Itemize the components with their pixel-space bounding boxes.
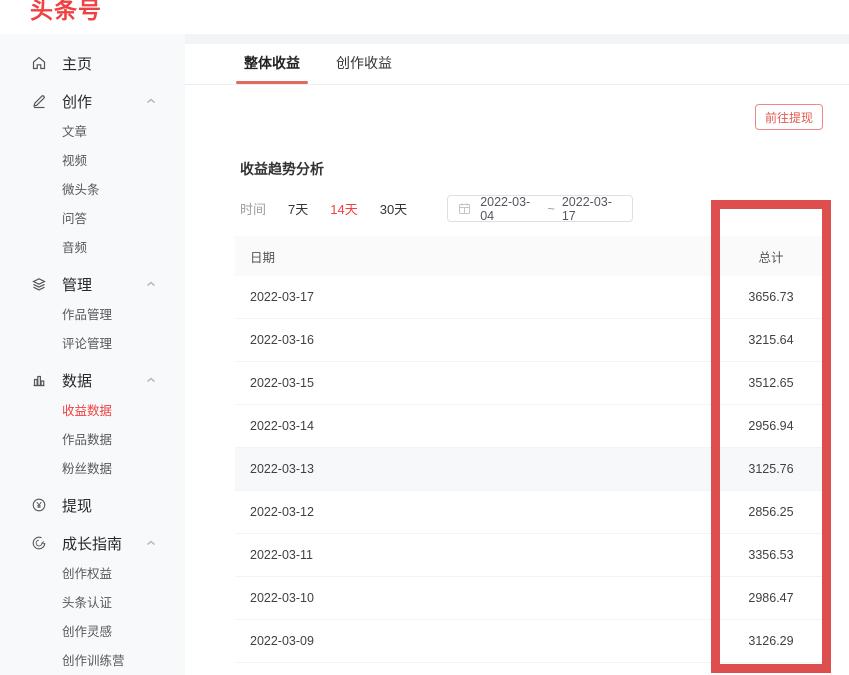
table-row: 2022-03-13 3125.76 (235, 448, 831, 491)
cell-date: 2022-03-10 (235, 591, 711, 605)
layers-icon (30, 276, 47, 293)
sidebar-item-label: 创作 (62, 91, 145, 112)
filter-7-days[interactable]: 7天 (288, 199, 308, 218)
chart-icon (30, 372, 47, 389)
sidebar: 主页 创作 文章 视频 微头条 问答 音频 (0, 34, 185, 675)
date-range-end: 2022-03-17 (562, 195, 622, 223)
go-withdraw-button[interactable]: 前往提现 (755, 104, 823, 130)
date-range-start: 2022-03-04 (480, 195, 540, 223)
tab-overall-revenue[interactable]: 整体收益 (240, 44, 304, 84)
sidebar-item-data[interactable]: 数据 (0, 363, 185, 397)
chevron-up-icon[interactable] (145, 95, 157, 107)
cell-date: 2022-03-12 (235, 505, 711, 519)
date-range-separator: ~ (548, 202, 555, 216)
sidebar-subitem-content-data[interactable]: 作品数据 (0, 426, 185, 455)
cell-total: 3356.53 (711, 548, 831, 562)
sidebar-item-withdraw[interactable]: 提现 (0, 488, 185, 522)
sidebar-item-label: 主页 (62, 53, 157, 74)
cell-date: 2022-03-13 (235, 462, 711, 476)
compass-icon (30, 535, 47, 552)
filter-30-days[interactable]: 30天 (380, 199, 407, 218)
table-header-row: 日期 总计 (235, 236, 831, 276)
cell-total: 3656.73 (711, 290, 831, 304)
date-range-picker[interactable]: 2022-03-04 ~ 2022-03-17 (447, 195, 633, 222)
sidebar-subitem-revenue-data[interactable]: 收益数据 (0, 397, 185, 426)
top-header: 头条号 (0, 0, 849, 34)
time-filter-row: 时间 7天 14天 30天 2022-03-04 ~ 2022-03-17 (240, 195, 849, 222)
chevron-up-icon[interactable] (145, 374, 157, 386)
pencil-icon (30, 93, 47, 110)
sidebar-item-create[interactable]: 创作 (0, 84, 185, 118)
table-row: 2022-03-16 3215.64 (235, 319, 831, 362)
table-row: 2022-03-14 2956.94 (235, 405, 831, 448)
table-row: 2022-03-12 2856.25 (235, 491, 831, 534)
time-filter-label: 时间 (240, 199, 266, 218)
coin-icon (30, 497, 47, 514)
sidebar-subitem-verification[interactable]: 头条认证 (0, 589, 185, 618)
sidebar-subitem-microblog[interactable]: 微头条 (0, 176, 185, 205)
cell-total: 2856.25 (711, 505, 831, 519)
table-row: 2022-03-10 2986.47 (235, 577, 831, 620)
cell-total: 2956.94 (711, 419, 831, 433)
table-row: 2022-03-17 3656.73 (235, 276, 831, 319)
toutiao-logo: 头条号 (30, 0, 102, 25)
column-header-total: 总计 (711, 247, 831, 266)
column-header-date: 日期 (235, 247, 711, 266)
home-icon (30, 55, 47, 72)
table-row: 2022-03-15 3512.65 (235, 362, 831, 405)
cell-date: 2022-03-17 (235, 290, 711, 304)
cell-date: 2022-03-09 (235, 634, 711, 648)
cell-date: 2022-03-11 (235, 548, 711, 562)
calendar-icon (458, 202, 471, 215)
table-row: 2022-03-08 3019.46 (235, 663, 831, 675)
sidebar-item-label: 成长指南 (62, 533, 145, 554)
sidebar-subitem-audio[interactable]: 音频 (0, 234, 185, 263)
revenue-table: 日期 总计 2022-03-17 3656.73 2022-03-16 3215… (235, 236, 831, 675)
sidebar-subitem-content-manage[interactable]: 作品管理 (0, 301, 185, 330)
section-title-revenue-trend: 收益趋势分析 (240, 159, 849, 179)
filter-14-days[interactable]: 14天 (330, 199, 357, 218)
cell-date: 2022-03-14 (235, 419, 711, 433)
table-row: 2022-03-09 3126.29 (235, 620, 831, 663)
sidebar-subitem-qa[interactable]: 问答 (0, 205, 185, 234)
tab-creation-revenue[interactable]: 创作收益 (332, 44, 396, 84)
cell-total: 3512.65 (711, 376, 831, 390)
table-row: 2022-03-11 3356.53 (235, 534, 831, 577)
cell-date: 2022-03-15 (235, 376, 711, 390)
main-panel: 整体收益 创作收益 前往提现 收益趋势分析 时间 7天 14天 30天 2022… (185, 44, 849, 675)
sidebar-item-manage[interactable]: 管理 (0, 267, 185, 301)
sidebar-item-label: 数据 (62, 370, 145, 391)
cell-total: 3215.64 (711, 333, 831, 347)
chevron-up-icon[interactable] (145, 537, 157, 549)
sidebar-subitem-articles[interactable]: 文章 (0, 118, 185, 147)
sidebar-subitem-inspiration[interactable]: 创作灵感 (0, 618, 185, 647)
sidebar-subitem-training-camp[interactable]: 创作训练营 (0, 647, 185, 675)
sidebar-item-label: 管理 (62, 274, 145, 295)
sidebar-subitem-fans-data[interactable]: 粉丝数据 (0, 455, 185, 484)
revenue-tabbar: 整体收益 创作收益 (185, 44, 849, 85)
cell-date: 2022-03-16 (235, 333, 711, 347)
sidebar-item-label: 提现 (62, 495, 157, 516)
sidebar-subitem-videos[interactable]: 视频 (0, 147, 185, 176)
sidebar-subitem-comment-manage[interactable]: 评论管理 (0, 330, 185, 359)
chevron-up-icon[interactable] (145, 278, 157, 290)
sidebar-subitem-creator-rights[interactable]: 创作权益 (0, 560, 185, 589)
sidebar-item-home[interactable]: 主页 (0, 46, 185, 80)
cell-total: 2986.47 (711, 591, 831, 605)
sidebar-item-growth-guide[interactable]: 成长指南 (0, 526, 185, 560)
cell-total: 3126.29 (711, 634, 831, 648)
cell-total: 3125.76 (711, 462, 831, 476)
